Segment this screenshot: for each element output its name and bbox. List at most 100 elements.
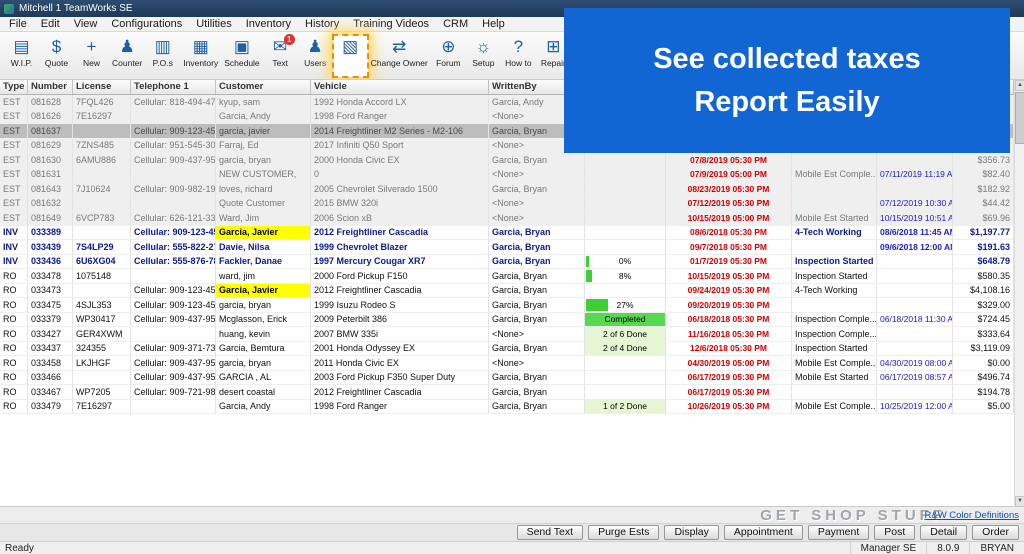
wip-row-081631[interactable]: EST081631NEW CUSTOMER,0<None>07/9/2019 0… bbox=[0, 168, 1014, 183]
forum-icon: ⊕ bbox=[441, 37, 455, 57]
cell-progress bbox=[585, 385, 666, 400]
banner-line-1: See collected taxes bbox=[653, 38, 921, 81]
column-header-vehicle[interactable]: Vehicle bbox=[311, 80, 489, 94]
menu-item-utilities[interactable]: Utilities bbox=[189, 17, 238, 31]
column-header-telephone-1[interactable]: Telephone 1 bbox=[131, 80, 216, 94]
schedule-icon: ▣ bbox=[234, 37, 250, 57]
cell-lic bbox=[73, 197, 131, 212]
wip-row-081632[interactable]: EST081632Quote Customer2015 BMW 320i<Non… bbox=[0, 197, 1014, 212]
appointment-button[interactable]: Appointment bbox=[724, 525, 803, 540]
post-button[interactable]: Post bbox=[874, 525, 915, 540]
cell-cust: garcia, javier bbox=[216, 124, 311, 139]
cell-promised-date: 11/16/2018 05:30 PM bbox=[666, 327, 792, 342]
cell-promised-date: 07/9/2019 05:00 PM bbox=[666, 168, 792, 183]
progress-bar bbox=[586, 256, 589, 268]
menu-item-file[interactable]: File bbox=[2, 17, 34, 31]
vertical-scrollbar[interactable]: ▲ ▼ bbox=[1014, 80, 1024, 507]
cell-phone bbox=[131, 269, 216, 284]
cell-amount: $0.00 bbox=[953, 356, 1014, 371]
payment-button[interactable]: Payment bbox=[808, 525, 869, 540]
wip-row-033473[interactable]: RO033473Cellular: 909-123-4567Garcia, Ja… bbox=[0, 284, 1014, 299]
wip-row-033379[interactable]: RO033379WP30417Cellular: 909-437-9514Mcg… bbox=[0, 313, 1014, 328]
toolbar-button-purchase-orders[interactable]: ▥P.O.s bbox=[145, 35, 180, 77]
cell-lic bbox=[73, 371, 131, 386]
menu-item-history[interactable]: History bbox=[298, 17, 346, 31]
menu-item-training-videos[interactable]: Training Videos bbox=[346, 17, 436, 31]
toolbar-button-users[interactable]: ♟Users bbox=[298, 35, 333, 77]
display-button[interactable]: Display bbox=[664, 525, 718, 540]
cell-promised-date: 01/7/2019 05:30 PM bbox=[666, 255, 792, 270]
order-button[interactable]: Order bbox=[972, 525, 1019, 540]
progress-text: 2 of 4 Done bbox=[603, 343, 647, 353]
toolbar-button-reports[interactable]: ▧ bbox=[333, 35, 368, 77]
counter-icon: ♟ bbox=[120, 37, 135, 57]
cell-progress: Completed bbox=[585, 313, 666, 328]
cell-writ: <None> bbox=[489, 197, 585, 212]
cell-cust: Garcia, Javier bbox=[216, 226, 311, 241]
detail-button[interactable]: Detail bbox=[920, 525, 967, 540]
cell-lic bbox=[73, 168, 131, 183]
wip-row-033478[interactable]: RO0334781075148ward, jim2000 Ford Pickup… bbox=[0, 269, 1014, 284]
wip-row-033436[interactable]: INV0334366U6XG04Cellular: 555-876-7892Fa… bbox=[0, 255, 1014, 270]
cell-phone bbox=[131, 197, 216, 212]
wip-row-033389[interactable]: INV033389Cellular: 909-123-4567Garcia, J… bbox=[0, 226, 1014, 241]
wip-row-081649[interactable]: EST0816496VCP783Cellular: 626-121-3333Wa… bbox=[0, 211, 1014, 226]
scroll-up-icon[interactable]: ▲ bbox=[1015, 80, 1024, 91]
toolbar-button-change-owner[interactable]: ⇄Change Owner bbox=[368, 35, 431, 77]
column-header-customer[interactable]: Customer bbox=[216, 80, 311, 94]
wip-row-033475[interactable]: RO0334754SJL353Cellular: 909-123-4567gar… bbox=[0, 298, 1014, 313]
wip-row-033427[interactable]: RO033427GER4XWMhuang, kevin2007 BMW 335i… bbox=[0, 327, 1014, 342]
toolbar-button-wip[interactable]: ▤W.I.P. bbox=[4, 35, 39, 77]
status-bar: Ready Manager SE 8.0.9 BRYAN bbox=[0, 541, 1024, 554]
scroll-down-icon[interactable]: ▼ bbox=[1015, 496, 1024, 507]
cell-type: RO bbox=[0, 371, 28, 386]
cell-phone: Cellular: 909-123-4567 bbox=[131, 226, 216, 241]
cell-progress: 1 of 2 Done bbox=[585, 400, 666, 415]
cell-type: EST bbox=[0, 124, 28, 139]
cell-status: Inspection Started bbox=[792, 269, 877, 284]
cell-status: Mobile Est Started bbox=[792, 211, 877, 226]
cell-phone: Cellular: 909-371-7340 bbox=[131, 342, 216, 357]
wip-row-033437[interactable]: RO033437324355Cellular: 909-371-7340Garc… bbox=[0, 342, 1014, 357]
column-header-type[interactable]: Type bbox=[0, 80, 28, 94]
toolbar-button-setup-gear[interactable]: ☼Setup bbox=[466, 35, 501, 77]
cell-type: INV bbox=[0, 240, 28, 255]
menu-item-help[interactable]: Help bbox=[475, 17, 512, 31]
cell-status: Inspection Comple... bbox=[792, 327, 877, 342]
wip-row-081643[interactable]: EST0816437J10624Cellular: 909-982-1919lo… bbox=[0, 182, 1014, 197]
menu-item-crm[interactable]: CRM bbox=[436, 17, 475, 31]
wip-row-033439[interactable]: INV0334397S4LP29Cellular: 555-822-2703Da… bbox=[0, 240, 1014, 255]
wip-row-033466[interactable]: RO033466Cellular: 909-437-9514GARCIA , A… bbox=[0, 371, 1014, 386]
toolbar-button-new-order[interactable]: +New bbox=[74, 35, 109, 77]
toolbar-button-inventory[interactable]: ▦Inventory bbox=[180, 35, 221, 77]
send-text-button[interactable]: Send Text bbox=[517, 525, 584, 540]
menu-item-view[interactable]: View bbox=[67, 17, 105, 31]
menu-item-edit[interactable]: Edit bbox=[34, 17, 67, 31]
purge-ests-button[interactable]: Purge Ests bbox=[588, 525, 659, 540]
column-header-license[interactable]: License bbox=[73, 80, 131, 94]
wip-row-033479[interactable]: RO0334797E16297Garcia, Andy1998 Ford Ran… bbox=[0, 400, 1014, 415]
toolbar-button-how-to[interactable]: ?How to bbox=[501, 35, 536, 77]
color-definitions-link[interactable]: R&W Color Definitions bbox=[925, 510, 1020, 521]
cell-veh: 1992 Honda Accord LX bbox=[311, 95, 489, 110]
wip-row-033458[interactable]: RO033458LKJHGFCellular: 909-437-9514garc… bbox=[0, 356, 1014, 371]
cell-status: Mobile Est Started bbox=[792, 371, 877, 386]
menu-item-configurations[interactable]: Configurations bbox=[104, 17, 189, 31]
toolbar-button-forum[interactable]: ⊕Forum bbox=[431, 35, 466, 77]
wip-row-081630[interactable]: EST0816306AMU886Cellular: 909-437-9514ga… bbox=[0, 153, 1014, 168]
scrollbar-thumb[interactable] bbox=[1015, 92, 1024, 144]
toolbar-button-counter[interactable]: ♟Counter bbox=[109, 35, 145, 77]
toolbar-button-schedule[interactable]: ▣Schedule bbox=[221, 35, 262, 77]
menu-item-inventory[interactable]: Inventory bbox=[239, 17, 298, 31]
column-header-number[interactable]: Number bbox=[28, 80, 73, 94]
cell-writ: Garcia, Bryan bbox=[489, 284, 585, 299]
cell-cust: ward, jim bbox=[216, 269, 311, 284]
cell-veh: 2001 Honda Odyssey EX bbox=[311, 342, 489, 357]
cell-progress bbox=[585, 153, 666, 168]
wip-row-033467[interactable]: RO033467WP7205Cellular: 909-721-9858dese… bbox=[0, 385, 1014, 400]
toolbar-button-quote[interactable]: $Quote bbox=[39, 35, 74, 77]
cell-amount: $4,108.16 bbox=[953, 284, 1014, 299]
toolbar-button-text-message[interactable]: ✉1Text bbox=[263, 35, 298, 77]
cell-promised-date: 06/17/2019 05:30 PM bbox=[666, 371, 792, 386]
cell-type: RO bbox=[0, 284, 28, 299]
